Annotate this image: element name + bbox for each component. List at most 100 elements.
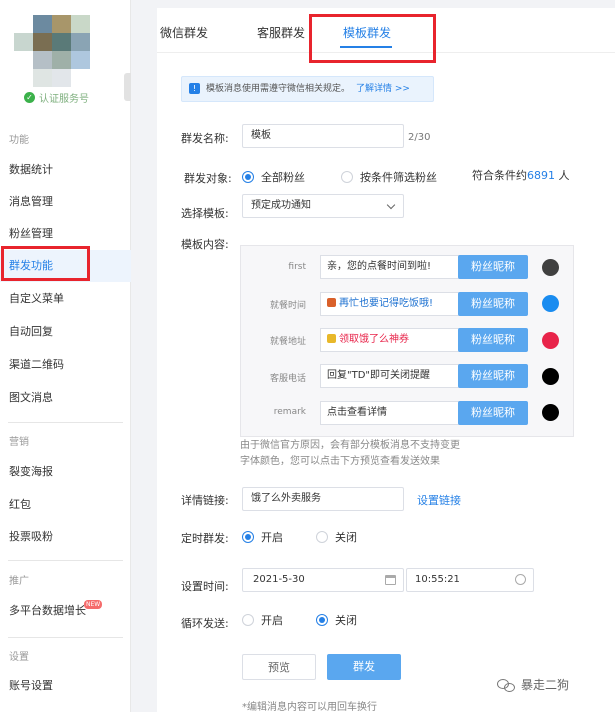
chevron-down-icon	[386, 200, 396, 210]
field-value: 再忙也要记得吃饭哦!	[339, 298, 434, 309]
radio-dot	[242, 614, 254, 626]
loop-on-label: 开启	[261, 614, 283, 627]
watermark: 暴走二狗	[497, 676, 569, 693]
loop-on-radio[interactable]: 开启	[242, 612, 283, 628]
field-value: 亲，您的点餐时间到啦!	[327, 261, 432, 272]
count-suffix: 人	[555, 169, 570, 182]
wechat-logo-icon	[497, 678, 515, 692]
date-picker[interactable]: 2021-5-30	[242, 568, 404, 592]
font-color-swatch[interactable]	[542, 332, 559, 349]
calendar-icon	[385, 575, 396, 585]
count-number: 6891	[527, 169, 555, 182]
sidebar-item-label: 多平台数据增长	[9, 604, 86, 617]
field-value-input[interactable]: 回复"TD"即可关闭提醒	[320, 364, 480, 388]
insert-nickname-button[interactable]: 粉丝昵称	[458, 364, 528, 388]
emoji-icon	[327, 298, 336, 307]
field-key: 就餐地址	[269, 337, 306, 347]
font-color-swatch[interactable]	[542, 295, 559, 312]
template-select-value: 预定成功通知	[251, 200, 311, 211]
name-input[interactable]: 模板	[242, 124, 404, 148]
sidebar-item-custom-menu[interactable]: 自定义菜单	[0, 283, 131, 315]
target-all-radio[interactable]: 全部粉丝	[242, 169, 305, 185]
time-picker[interactable]: 10:55:21	[406, 568, 534, 592]
content-hint: 由于微信官方原因，会有部分模板消息不支持变更 字体颜色，您可以点击下方预览查看发…	[240, 438, 500, 470]
template-fields-box: first 亲，您的点餐时间到啦! 粉丝昵称 就餐时间 再忙也要记得吃饭哦! 粉…	[240, 245, 574, 437]
schedule-off-radio[interactable]: 关闭	[316, 529, 357, 545]
content-label: 模板内容:	[181, 238, 229, 251]
field-key: 客服电话	[269, 374, 306, 384]
target-label: 群发对象:	[184, 172, 232, 185]
link-input[interactable]: 饿了么外卖服务	[242, 487, 404, 511]
sidebar-item-red-packet[interactable]: 红包	[0, 489, 131, 521]
loop-label: 循环发送:	[181, 617, 229, 630]
schedule-on-radio[interactable]: 开启	[242, 529, 283, 545]
date-value: 2021-5-30	[253, 574, 305, 585]
insert-nickname-button[interactable]: 粉丝昵称	[458, 292, 528, 316]
name-label: 群发名称:	[181, 132, 229, 145]
radio-dot	[316, 531, 328, 543]
schedule-on-label: 开启	[261, 531, 283, 544]
field-value-input[interactable]: 点击查看详情	[320, 401, 480, 425]
time-value: 10:55:21	[415, 574, 460, 585]
field-value-input[interactable]: 亲，您的点餐时间到啦!	[320, 255, 480, 279]
group-label-promotion: 推广	[9, 576, 29, 587]
field-key: 就餐时间	[269, 301, 306, 311]
highlight-box	[1, 246, 90, 281]
field-value-input[interactable]: 再忙也要记得吃饭哦!	[320, 292, 480, 316]
verified-label: 认证服务号	[39, 94, 89, 105]
highlight-box	[309, 14, 436, 63]
field-value-input[interactable]: 领取饿了么神券	[320, 328, 480, 352]
sidebar-item-articles[interactable]: 图文消息	[0, 382, 131, 414]
font-color-swatch[interactable]	[542, 368, 559, 385]
field-value: 点击查看详情	[327, 407, 387, 418]
sidebar-item-channel-qrcode[interactable]: 渠道二维码	[0, 349, 131, 381]
name-counter: 2/30	[408, 132, 431, 143]
content-panel: 微信群发 客服群发 模板群发 ! 模板消息使用需遵守微信相关规定。 了解详情 >>…	[157, 8, 615, 712]
divider	[8, 560, 123, 561]
info-icon: !	[189, 83, 200, 94]
group-label-settings: 设置	[9, 652, 29, 663]
insert-nickname-button[interactable]: 粉丝昵称	[458, 255, 528, 279]
radio-dot	[341, 171, 353, 183]
tab-wechat-mass[interactable]: 微信群发	[160, 24, 208, 41]
insert-nickname-button[interactable]: 粉丝昵称	[458, 401, 528, 425]
field-key: first	[288, 262, 306, 272]
verified-badge: ✓ 认证服务号	[24, 90, 89, 105]
send-button[interactable]: 群发	[327, 654, 401, 680]
preview-button[interactable]: 预览	[242, 654, 316, 680]
font-color-swatch[interactable]	[542, 404, 559, 421]
field-value: 领取饿了么神券	[339, 334, 409, 345]
template-select[interactable]: 预定成功通知	[242, 194, 404, 218]
learn-more-link[interactable]: 了解详情 >>	[356, 84, 410, 94]
content-hint-line: 由于微信官方原因，会有部分模板消息不支持变更	[240, 440, 460, 451]
sidebar-item-multi-platform[interactable]: 多平台数据增长 NEW	[0, 595, 131, 627]
content-hint-line: 字体颜色，您可以点击下方预览查看发送效果	[240, 456, 440, 467]
sidebar-item-account-settings[interactable]: 账号设置	[0, 670, 131, 702]
sidebar-item-data-stats[interactable]: 数据统计	[0, 154, 131, 186]
set-link-button[interactable]: 设置链接	[417, 492, 461, 508]
sidebar-item-vote[interactable]: 投票吸粉	[0, 521, 131, 553]
radio-dot	[242, 531, 254, 543]
group-label-marketing: 营销	[9, 437, 29, 448]
insert-nickname-button[interactable]: 粉丝昵称	[458, 328, 528, 352]
field-key: remark	[273, 407, 306, 417]
account-avatar[interactable]	[14, 0, 90, 88]
sidebar-item-messages[interactable]: 消息管理	[0, 186, 131, 218]
notice-bar: ! 模板消息使用需遵守微信相关规定。 了解详情 >>	[181, 76, 434, 102]
font-color-swatch[interactable]	[542, 259, 559, 276]
divider	[8, 422, 123, 423]
sidebar-item-auto-reply[interactable]: 自动回复	[0, 316, 131, 348]
tab-service-mass[interactable]: 客服群发	[257, 24, 305, 41]
emoji-icon	[327, 334, 336, 343]
sidebar: ✓ 认证服务号 功能 数据统计 消息管理 粉丝管理 群发功能 自定义菜单 自动回…	[0, 0, 142, 712]
loop-off-radio[interactable]: 关闭	[316, 612, 357, 628]
target-filter-radio[interactable]: 按条件筛选粉丝	[341, 169, 437, 185]
new-badge: NEW	[84, 600, 103, 609]
notice-text: 模板消息使用需遵守微信相关规定。	[206, 84, 351, 94]
schedule-off-label: 关闭	[335, 531, 357, 544]
time-label: 设置时间:	[181, 580, 229, 593]
link-label: 详情链接:	[181, 494, 229, 507]
check-icon: ✓	[24, 92, 35, 103]
schedule-label: 定时群发:	[181, 532, 229, 545]
sidebar-item-poster[interactable]: 裂变海报	[0, 456, 131, 488]
